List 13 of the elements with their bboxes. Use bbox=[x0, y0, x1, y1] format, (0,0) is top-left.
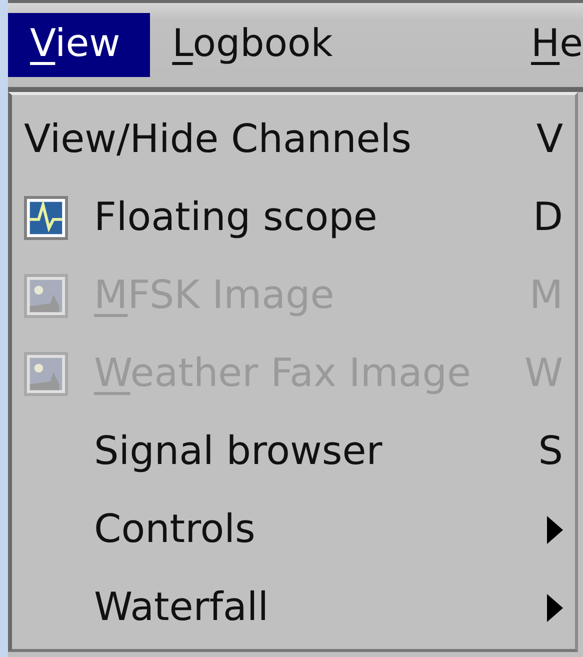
submenu-arrow-icon bbox=[547, 594, 563, 622]
menu-item[interactable]: View bbox=[8, 13, 150, 77]
image-icon bbox=[24, 274, 68, 318]
submenu-arrow-icon bbox=[547, 516, 563, 544]
image-icon bbox=[24, 352, 68, 396]
menu-item[interactable]: View/Hide Channels V bbox=[12, 101, 575, 179]
menu-item[interactable]: Controls bbox=[12, 491, 575, 569]
menu-item[interactable]: He bbox=[509, 13, 583, 77]
menu-item[interactable]: Waterfall bbox=[12, 569, 575, 647]
menu-item[interactable]: Floating scope D bbox=[12, 179, 575, 257]
scope-icon bbox=[24, 196, 68, 240]
menu-item[interactable]: Signal browser S bbox=[12, 413, 575, 491]
menu-item[interactable]: Logbook bbox=[150, 13, 363, 77]
